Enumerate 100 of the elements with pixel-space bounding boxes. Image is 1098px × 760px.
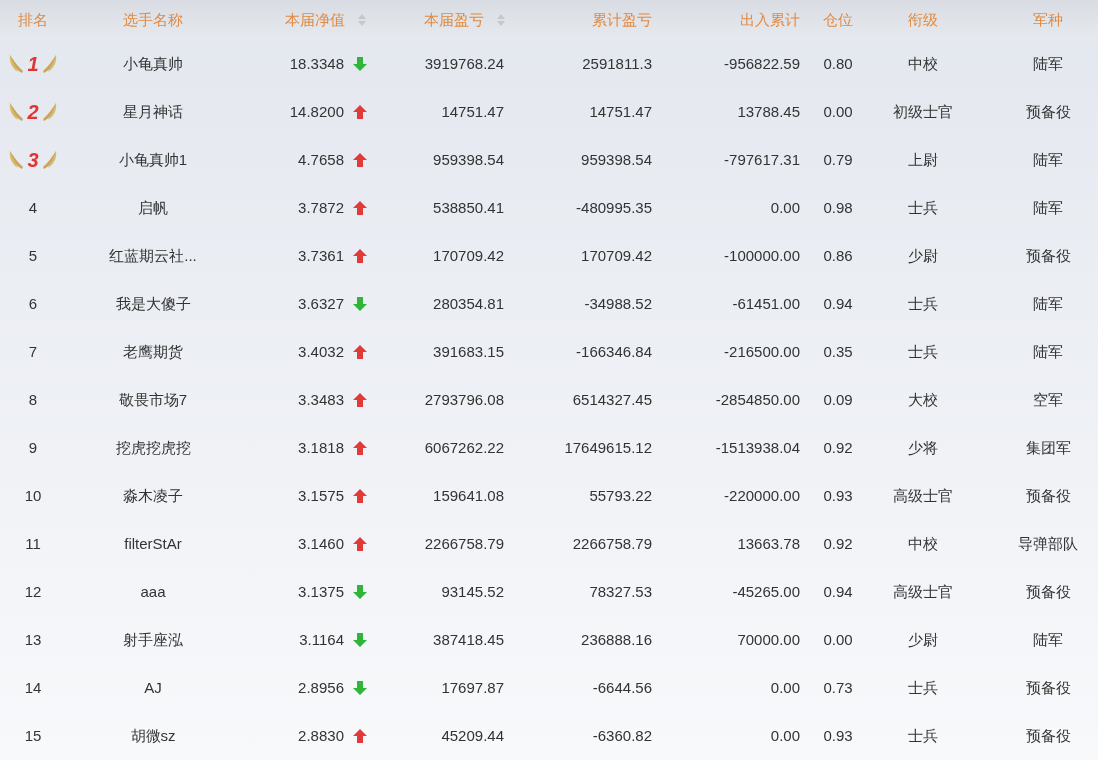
- column-header: 衔级: [908, 9, 938, 30]
- table-cell-text: 0.94: [823, 581, 853, 602]
- table-cell-text: 0.09: [823, 389, 853, 410]
- rank-number: 1: [27, 52, 39, 77]
- player-name: 射手座泓: [123, 629, 183, 650]
- table-cell-text: 士兵: [908, 725, 938, 746]
- rank-number: 14: [24, 677, 42, 698]
- table-cell-text: 高级士官: [893, 485, 953, 506]
- rank-number: 2: [27, 100, 39, 125]
- sort-icon[interactable]: [357, 13, 367, 27]
- table-cell-text: 少尉: [908, 245, 938, 266]
- column-header: 本届盈亏: [424, 9, 484, 30]
- table-cell-text: 159641.08: [433, 485, 504, 506]
- laurel-icon: [41, 54, 57, 74]
- table-cell-text: 预备役: [1025, 581, 1071, 602]
- table-cell-text: -797617.31: [724, 149, 800, 170]
- table-cell-text: 18.3348: [289, 53, 344, 74]
- sort-icon[interactable]: [496, 13, 506, 27]
- table-cell-text: -6644.56: [592, 677, 652, 698]
- table-cell-text: -956822.59: [724, 53, 800, 74]
- column-header: 本届净值: [285, 9, 345, 30]
- table-cell-text: 14751.47: [441, 101, 504, 122]
- table-cell-text: 0.79: [823, 149, 853, 170]
- table-cell-text: 6067262.22: [424, 437, 504, 458]
- rank-number: 13: [24, 629, 42, 650]
- table-cell-text: 170709.42: [581, 245, 652, 266]
- table-cell-text: 导弹部队: [1018, 533, 1078, 554]
- player-name: 我是大傻子: [115, 293, 191, 314]
- table-cell-text: 13788.45: [737, 101, 800, 122]
- rank-number: 9: [28, 437, 38, 458]
- table-cell-text: 0.93: [823, 725, 853, 746]
- table-cell-text: 士兵: [908, 197, 938, 218]
- table-cell-text: 2591811.3: [582, 53, 652, 74]
- player-name: 小龟真帅1: [118, 149, 188, 170]
- player-name: aaa: [140, 581, 166, 602]
- table-cell-text: -220000.00: [724, 485, 800, 506]
- table-cell-text: 55793.22: [589, 485, 652, 506]
- table-cell-text: 45209.44: [441, 725, 504, 746]
- table-cell-text: 预备役: [1025, 245, 1071, 266]
- rank-number: 3: [27, 148, 39, 173]
- table-cell-text: 陆军: [1033, 197, 1063, 218]
- table-cell-text: 2266758.79: [424, 533, 504, 554]
- table-cell-text: 预备役: [1025, 485, 1071, 506]
- table-cell-text: 0.00: [823, 629, 853, 650]
- rank-number: 12: [24, 581, 42, 602]
- table-cell-text: 0.73: [823, 677, 853, 698]
- table-cell-text: 3919768.24: [424, 53, 504, 74]
- table-cell-text: 78327.53: [589, 581, 652, 602]
- player-name: 胡微sz: [130, 725, 176, 746]
- table-cell-text: 0.00: [770, 725, 800, 746]
- table-cell-text: 2.8830: [298, 725, 344, 746]
- table-cell-text: 0.93: [823, 485, 853, 506]
- rank-number: 11: [25, 533, 41, 554]
- table-cell-text: -480995.35: [576, 197, 652, 218]
- column-header: 出入累计: [740, 9, 800, 30]
- table-cell-text: 70000.00: [737, 629, 800, 650]
- table-cell-text: -61451.00: [732, 293, 800, 314]
- table-cell-text: 3.6327: [298, 293, 344, 314]
- table-cell-text: 预备役: [1025, 101, 1071, 122]
- table-cell-text: 2266758.79: [572, 533, 652, 554]
- table-cell-text: 959398.54: [581, 149, 652, 170]
- table-cell-text: 0.00: [770, 677, 800, 698]
- table-cell-text: 初级士官: [893, 101, 953, 122]
- table-cell-text: -45265.00: [732, 581, 800, 602]
- table-cell-text: -6360.82: [592, 725, 652, 746]
- table-cell-text: 3.3483: [298, 389, 344, 410]
- table-cell-text: 14.8200: [289, 101, 344, 122]
- player-name: 淼木凌子: [123, 485, 183, 506]
- table-cell-text: 13663.78: [737, 533, 800, 554]
- table-cell-text: 高级士官: [893, 581, 953, 602]
- player-name: 挖虎挖虎挖: [115, 437, 191, 458]
- table-cell-text: 3.7872: [298, 197, 344, 218]
- table-cell-text: 上尉: [908, 149, 938, 170]
- table-cell-text: 3.1460: [298, 533, 344, 554]
- table-cell-text: 陆军: [1033, 149, 1063, 170]
- player-name: 小龟真帅: [123, 53, 183, 74]
- player-name: AJ: [144, 677, 162, 698]
- table-cell-text: 0.00: [823, 101, 853, 122]
- table-cell-text: 6514327.45: [572, 389, 652, 410]
- table-cell-text: 17697.87: [441, 677, 504, 698]
- table-cell-text: 391683.15: [433, 341, 504, 362]
- column-header: 军种: [1033, 9, 1063, 30]
- table-cell-text: -34988.52: [584, 293, 652, 314]
- column-header: 选手名称: [123, 9, 183, 30]
- table-cell-text: 0.98: [823, 197, 853, 218]
- table-cell-text: 中校: [908, 533, 938, 554]
- column-header: 仓位: [823, 9, 853, 30]
- table-cell-text: 空军: [1033, 389, 1063, 410]
- table-cell-text: 陆军: [1033, 293, 1063, 314]
- table-cell-text: 少将: [908, 437, 938, 458]
- table-cell-text: 387418.45: [433, 629, 504, 650]
- table-cell-text: -1513938.04: [715, 437, 800, 458]
- table-cell-text: 大校: [908, 389, 938, 410]
- table-cell-text: 0.86: [823, 245, 853, 266]
- table-cell-text: 2793796.08: [424, 389, 504, 410]
- laurel-icon: [9, 150, 25, 170]
- table-cell-text: 0.94: [823, 293, 853, 314]
- table-cell-text: 士兵: [908, 341, 938, 362]
- rank-number: 4: [28, 197, 38, 218]
- table-cell-text: -216500.00: [724, 341, 800, 362]
